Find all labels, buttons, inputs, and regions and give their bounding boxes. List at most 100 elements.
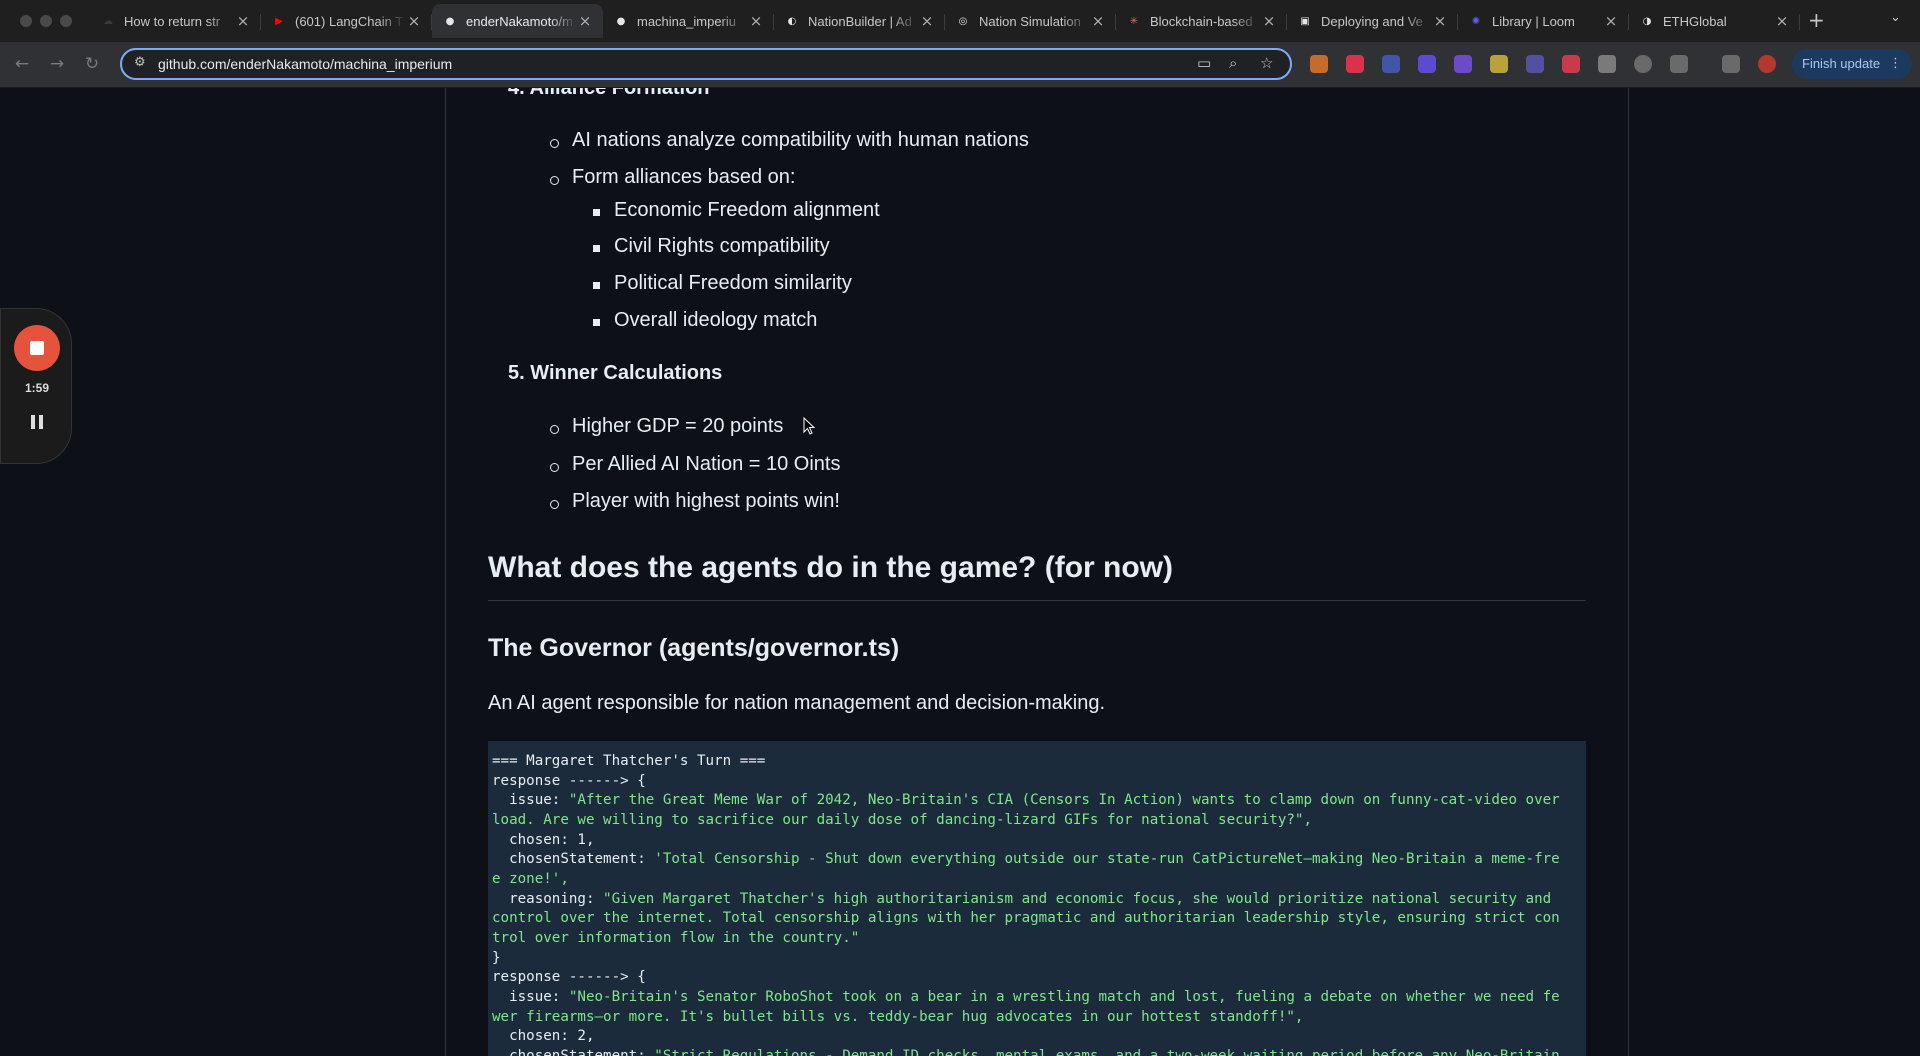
extension-icon[interactable] xyxy=(1490,55,1508,73)
adblock-extension-icon[interactable] xyxy=(1346,55,1364,73)
command-extension-icon[interactable] xyxy=(1598,55,1616,73)
plus-icon[interactable]: + xyxy=(1808,8,1825,32)
heading-divider xyxy=(488,600,1586,601)
list-item: Higher GDP = 20 points xyxy=(572,415,784,437)
section-heading-agents: What does the agents do in the game? (fo… xyxy=(488,551,1174,584)
tab-title: NationBuilder | Ad xyxy=(808,13,912,29)
close-icon[interactable]: × xyxy=(235,12,251,30)
tab-title: Library | Loom xyxy=(1492,13,1575,29)
forward-arrow-icon[interactable]: → xyxy=(45,52,69,76)
tab-title: (601) LangChain T xyxy=(295,13,404,29)
puzzle-extensions-icon[interactable] xyxy=(1670,55,1688,73)
extension-icon[interactable] xyxy=(1454,55,1472,73)
tab-favicon-icon: ◑ xyxy=(1642,15,1652,27)
download-icon[interactable] xyxy=(1722,55,1740,73)
close-icon[interactable]: × xyxy=(1090,12,1106,30)
bullet xyxy=(550,463,559,472)
browser-tab[interactable]: ▶ (601) LangChain T × xyxy=(261,4,432,38)
tab-favicon-icon: ▶ xyxy=(275,15,283,27)
browser-tab[interactable]: ◎ Nation Simulation × xyxy=(945,4,1116,38)
bullet xyxy=(550,139,559,148)
extension-icon[interactable] xyxy=(1526,55,1544,73)
code-string: "After the Great Meme War of 2042, Neo-B… xyxy=(568,792,1560,808)
tab-favicon-icon: ✳ xyxy=(1129,15,1139,27)
section-heading-governor: The Governor (agents/governor.ts) xyxy=(488,634,900,662)
code-line: issue: "After the Great Meme War of 2042… xyxy=(492,792,1560,808)
bullet xyxy=(550,176,559,185)
tab-title: ETHGlobal xyxy=(1663,13,1727,29)
stop-recording-button[interactable] xyxy=(14,325,60,371)
extension-icon[interactable] xyxy=(1634,55,1652,73)
close-icon[interactable]: × xyxy=(406,12,422,30)
extension-icon[interactable] xyxy=(1418,55,1436,73)
close-icon[interactable]: × xyxy=(1432,12,1448,30)
governor-description: An AI agent responsible for nation manag… xyxy=(488,692,1106,714)
metamask-extension-icon[interactable] xyxy=(1310,55,1328,73)
list-item: Player with highest points win! xyxy=(572,490,840,512)
window-close-dot[interactable] xyxy=(20,15,32,27)
browser-tab[interactable]: ✳ Blockchain-based × xyxy=(1116,4,1287,38)
tab-favicon-icon: ✺ xyxy=(1471,15,1481,27)
code-line: e zone!', xyxy=(492,871,569,887)
extension-icon[interactable] xyxy=(1562,55,1580,73)
reload-icon[interactable]: ↻ xyxy=(80,52,104,76)
mouse-cursor-icon xyxy=(803,417,815,435)
browser-tab[interactable]: ◐ NationBuilder | Ad × xyxy=(774,4,945,38)
tab-favicon-icon: ● xyxy=(445,15,455,27)
browser-tab[interactable]: ✺ Library | Loom × xyxy=(1458,4,1629,38)
list-item: Per Allied AI Nation = 10 Oints xyxy=(572,453,841,475)
code-block[interactable]: === Margaret Thatcher's Turn === respons… xyxy=(488,741,1586,1056)
bullet xyxy=(593,245,600,252)
list-subitem: Political Freedom similarity xyxy=(614,272,852,294)
profile-avatar[interactable] xyxy=(1758,55,1776,73)
bullet xyxy=(550,425,559,434)
code-key: chosenStatement: xyxy=(492,851,655,867)
loom-recorder-widget: 1:59 xyxy=(0,308,72,464)
browser-tab[interactable]: ☁ How to return str × xyxy=(90,4,261,38)
code-key: chosenStatement: xyxy=(492,1048,655,1056)
address-bar[interactable]: ⚙ github.com/enderNakamoto/machina_imper… xyxy=(120,48,1292,80)
site-info-icon[interactable]: ⚙ xyxy=(134,55,146,70)
code-key: issue: xyxy=(492,792,569,808)
more-vert-icon: ⋮ xyxy=(1889,56,1902,71)
code-line: chosen: 2, xyxy=(492,1028,595,1044)
bookmark-star-icon[interactable]: ☆ xyxy=(1260,54,1273,72)
cast-icon[interactable]: ▭ xyxy=(1197,54,1211,72)
tab-strip: ☁ How to return str × ▶ (601) LangChain T × ● e… xyxy=(0,0,1920,42)
section-heading-winner: 5. Winner Calculations xyxy=(508,362,723,384)
close-icon[interactable]: × xyxy=(1603,12,1619,30)
finish-update-label: Finish update xyxy=(1802,56,1881,71)
window-minimize-dot[interactable] xyxy=(40,15,52,27)
tab-favicon-icon: ◎ xyxy=(958,15,968,27)
back-arrow-icon[interactable]: ← xyxy=(10,52,34,76)
close-icon[interactable]: × xyxy=(1774,12,1790,30)
tab-title: machina_imperiu xyxy=(637,13,736,29)
browser-tab[interactable]: ● machina_imperiu × xyxy=(603,4,774,38)
extension-icon[interactable] xyxy=(1382,55,1400,73)
close-icon[interactable]: × xyxy=(748,12,764,30)
code-string: "Neo-Britain's Senator RoboShot took on … xyxy=(568,989,1560,1005)
list-item: Form alliances based on: xyxy=(572,166,796,188)
pause-icon[interactable] xyxy=(31,415,43,429)
close-icon[interactable]: × xyxy=(919,12,935,30)
code-line: response ------> { xyxy=(492,773,646,789)
window-zoom-dot[interactable] xyxy=(60,15,72,27)
tab-favicon-icon: ☁ xyxy=(103,15,113,27)
browser-tab[interactable]: ▣ Deploying and Ve × xyxy=(1287,4,1458,38)
browser-tab[interactable]: ◑ ETHGlobal × xyxy=(1629,4,1800,38)
code-line: reasoning: "Given Margaret Thatcher's hi… xyxy=(492,891,1551,907)
close-icon[interactable]: × xyxy=(577,12,593,30)
close-icon[interactable]: × xyxy=(1261,12,1277,30)
zoom-icon[interactable]: ⌕ xyxy=(1229,54,1237,72)
chevron-down-icon[interactable]: ⌄ xyxy=(1890,10,1901,25)
code-string: "Strict Regulations - Demand ID checks, … xyxy=(654,1048,1560,1056)
bullet xyxy=(593,209,600,216)
code-line: chosen: 1, xyxy=(492,832,595,848)
list-subitem: Economic Freedom alignment xyxy=(614,199,880,221)
tabs-container: ☁ How to return str × ▶ (601) LangChain T × ● e… xyxy=(90,4,1800,42)
code-line: response ------> { xyxy=(492,969,646,985)
finish-update-button[interactable]: Finish update ⋮ xyxy=(1792,49,1912,79)
code-line: wer firearms—or more. It's bullet bills … xyxy=(492,1009,1304,1025)
url-text[interactable]: github.com/enderNakamoto/machina_imperiu… xyxy=(158,56,452,72)
browser-tab[interactable]: ● enderNakamoto/m × xyxy=(432,4,603,38)
